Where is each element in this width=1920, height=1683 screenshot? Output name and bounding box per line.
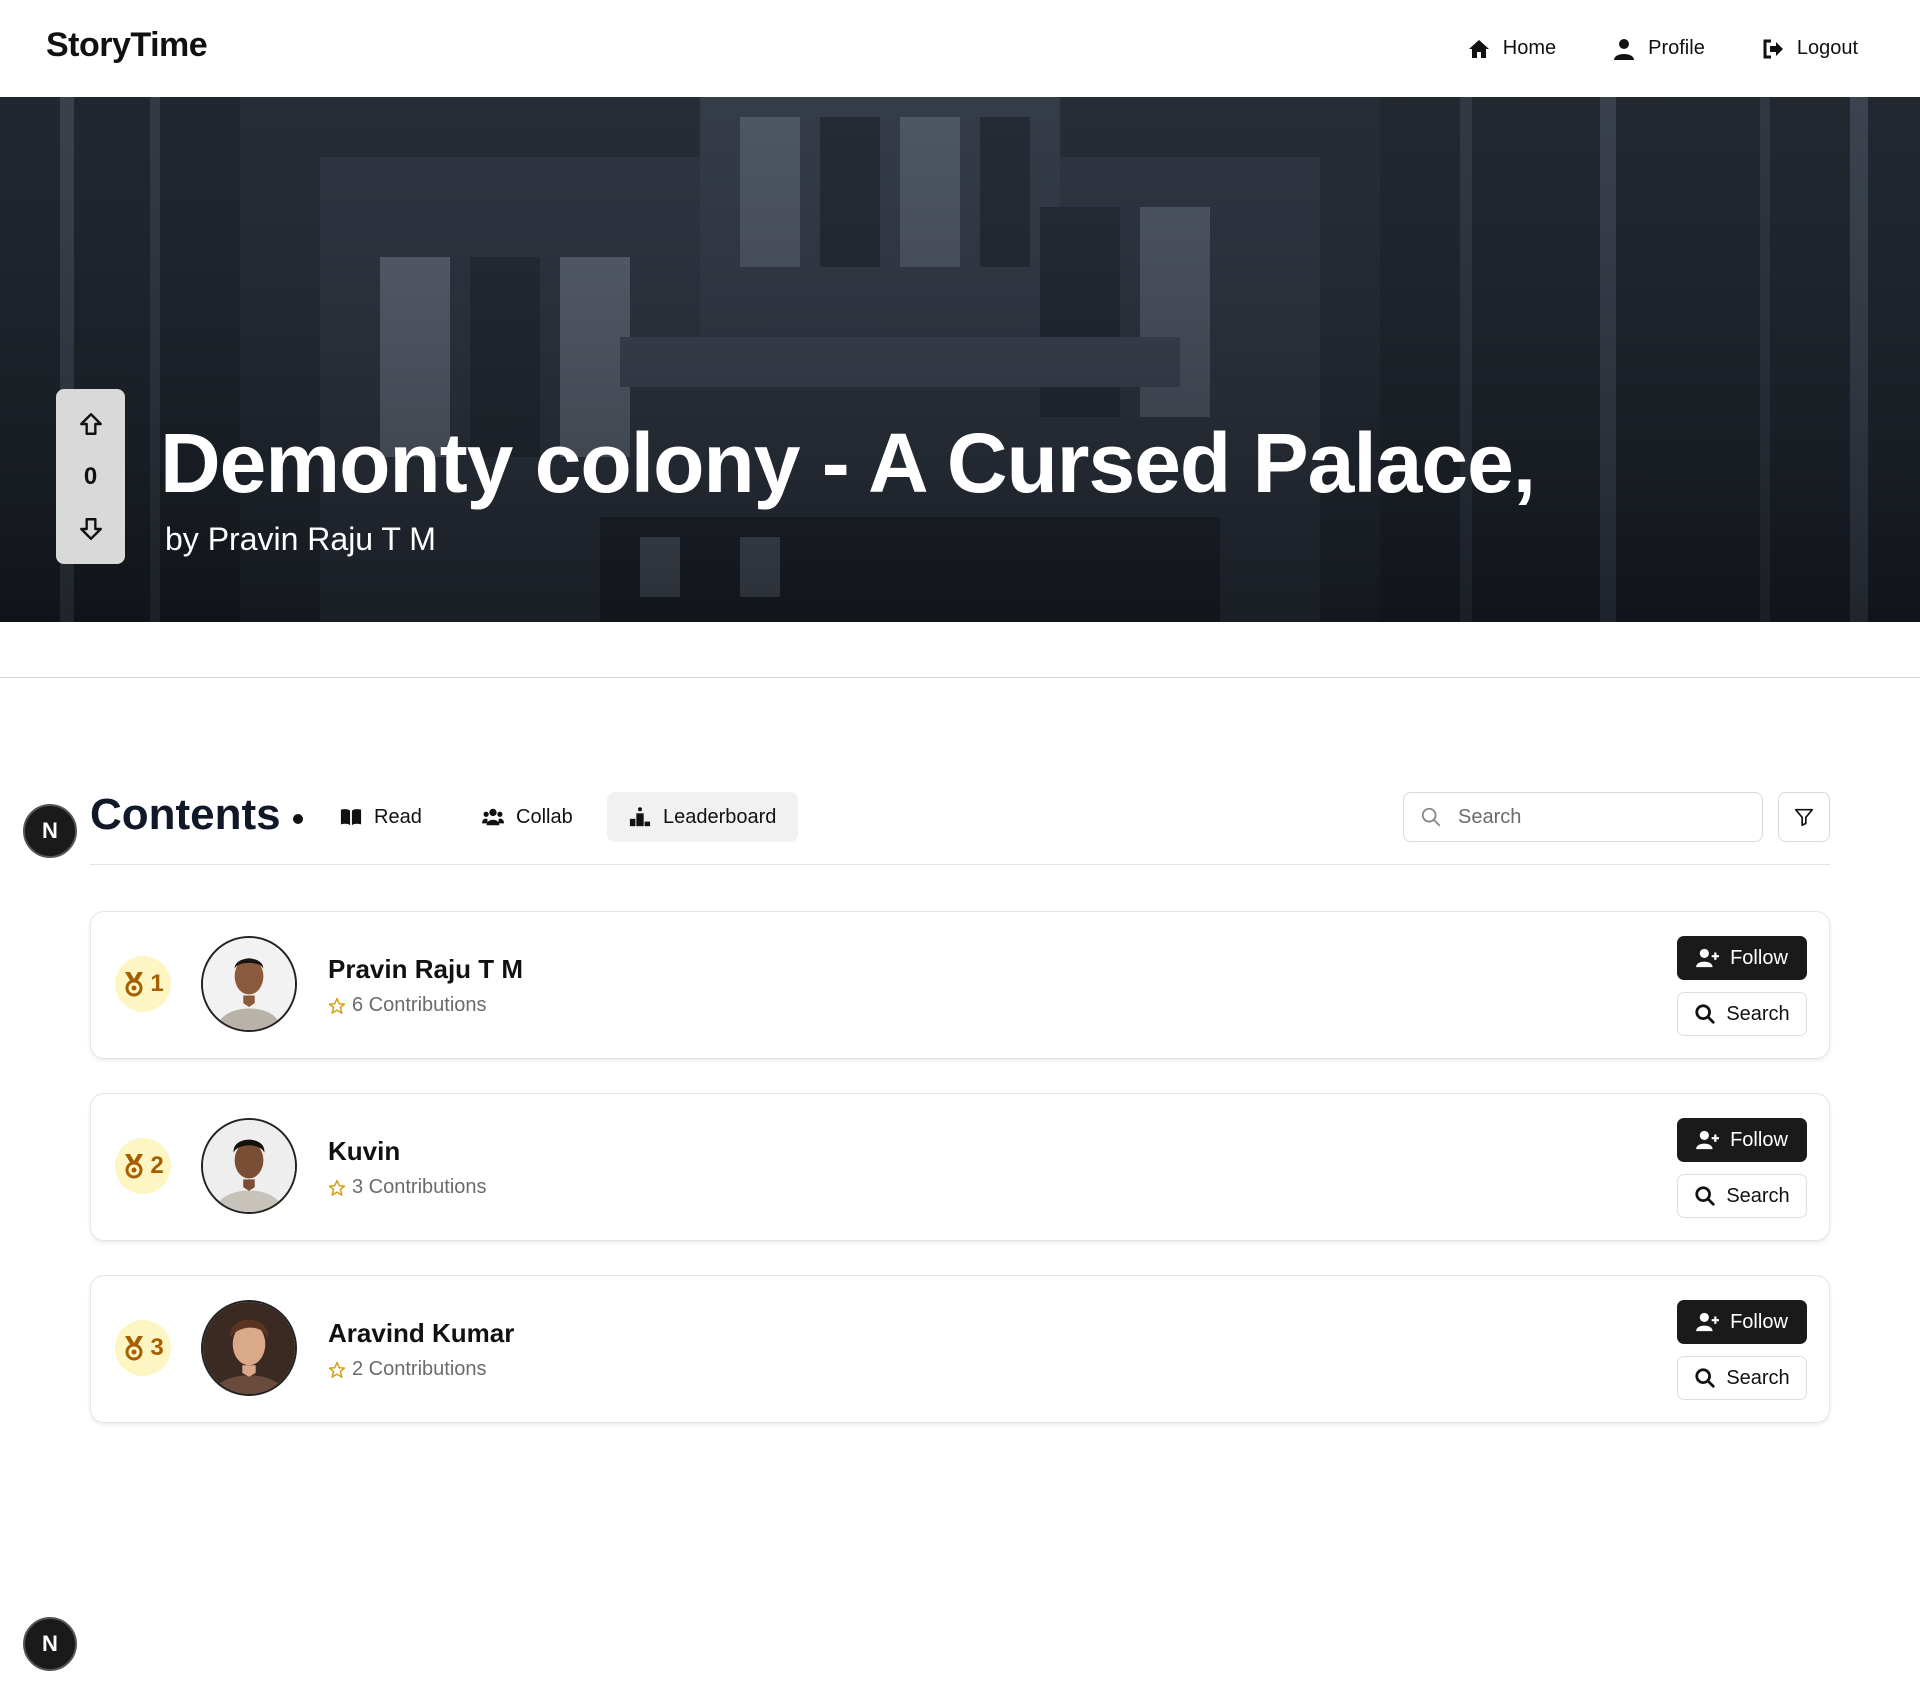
search-icon [1421,807,1441,827]
toolbar-underline [90,864,1830,865]
medal-icon [125,1336,144,1361]
user-icon [1614,38,1635,60]
tab-leaderboard-label: Leaderboard [663,805,777,828]
leaderboard-row: 1 Pravin Raju T M 6 Contributions Follow… [90,911,1830,1059]
rank-number: 2 [150,1152,164,1179]
follow-label: Follow [1730,1310,1788,1333]
tab-read[interactable]: Read [318,792,444,842]
avatar-image [203,1302,295,1394]
search-input[interactable] [1458,805,1738,829]
rank-number: 1 [150,970,164,997]
upvote-arrow-icon[interactable] [78,411,104,437]
brand-logo[interactable]: StoryTime [46,26,208,65]
nav-logout-label: Logout [1796,37,1858,59]
contributor-name: Aravind Kumar [328,1318,515,1348]
tab-leaderboard[interactable]: Leaderboard [607,792,799,842]
filter-button[interactable] [1778,792,1830,842]
leaderboard-row: 2 Kuvin 3 Contributions Follow Search [90,1093,1830,1241]
user-plus-icon [1696,948,1720,968]
story-author: by Pravin Raju T M [165,521,436,557]
rank-number: 3 [150,1334,164,1361]
downvote-arrow-icon[interactable] [78,516,104,542]
nav-logout-link[interactable]: Logout [1761,37,1858,61]
nav-links: Home Profile Logout [1467,0,1858,97]
search-icon [1695,1004,1715,1024]
avatar[interactable] [201,1118,297,1214]
avatar-image [203,938,295,1030]
contributor-name: Pravin Raju T M [328,954,524,984]
tab-collab[interactable]: Collab [460,792,595,842]
dev-indicator-badge-bottom[interactable]: N [23,1617,77,1671]
users-icon [482,808,504,826]
contributor-name: Kuvin [328,1136,401,1166]
story-hero: 0 Demonty colony - A Cursed Palace, by P… [0,97,1920,622]
search-user-button[interactable]: Search [1677,1356,1807,1400]
dev-indicator-letter: N [42,1631,58,1656]
star-icon [328,1361,346,1378]
story-title: Demonty colony - A Cursed Palace, [160,416,1536,510]
search-icon [1695,1186,1715,1206]
star-icon [328,997,346,1014]
contents-heading: Contents [90,790,281,839]
leaderboard-row: 3 Aravind Kumar 2 Contributions Follow S… [90,1275,1830,1423]
medal-icon [125,972,144,997]
contribution-count: 2 Contributions [328,1358,487,1381]
search-label: Search [1726,1366,1790,1389]
heading-dot [293,814,303,824]
contribution-count: 6 Contributions [328,994,487,1017]
rank-badge: 2 [115,1138,171,1194]
book-open-icon [340,809,362,826]
search-label: Search [1726,1002,1790,1025]
contents-toolbar: Contents Read Collab Leaderboard [90,790,1830,866]
user-plus-icon [1696,1312,1720,1332]
navbar: StoryTime Home Profile Logout [0,0,1920,97]
search-label: Search [1726,1184,1790,1207]
follow-label: Follow [1730,946,1788,969]
contribution-count: 3 Contributions [328,1176,487,1199]
logout-icon [1763,39,1783,58]
filter-icon [1794,808,1814,827]
dev-indicator-badge[interactable]: N [23,804,77,858]
nav-profile-label: Profile [1648,37,1705,59]
rank-badge: 1 [115,956,171,1012]
vote-widget: 0 [56,389,125,564]
avatar[interactable] [201,1300,297,1396]
tab-collab-label: Collab [516,805,573,828]
dev-indicator-letter: N [42,818,58,843]
podium-icon [629,807,651,827]
star-icon [328,1179,346,1196]
nav-home-link[interactable]: Home [1467,37,1556,61]
search-icon [1695,1368,1715,1388]
nav-home-label: Home [1502,37,1557,59]
search-user-button[interactable]: Search [1677,992,1807,1036]
rank-badge: 3 [115,1320,171,1376]
home-icon [1468,39,1489,58]
medal-icon [125,1154,144,1179]
follow-button[interactable]: Follow [1677,936,1807,980]
follow-button[interactable]: Follow [1677,1118,1807,1162]
vote-count: 0 [83,462,98,490]
avatar-image [203,1120,295,1212]
contribution-text: 2 Contributions [352,1358,487,1380]
nav-profile-link[interactable]: Profile [1612,37,1705,61]
user-plus-icon [1696,1130,1720,1150]
avatar[interactable] [201,936,297,1032]
follow-button[interactable]: Follow [1677,1300,1807,1344]
tab-read-label: Read [374,805,422,828]
contribution-text: 6 Contributions [352,994,487,1016]
section-divider [0,677,1920,678]
leaderboard-search[interactable] [1403,792,1763,842]
follow-label: Follow [1730,1128,1788,1151]
search-user-button[interactable]: Search [1677,1174,1807,1218]
contribution-text: 3 Contributions [352,1176,487,1198]
